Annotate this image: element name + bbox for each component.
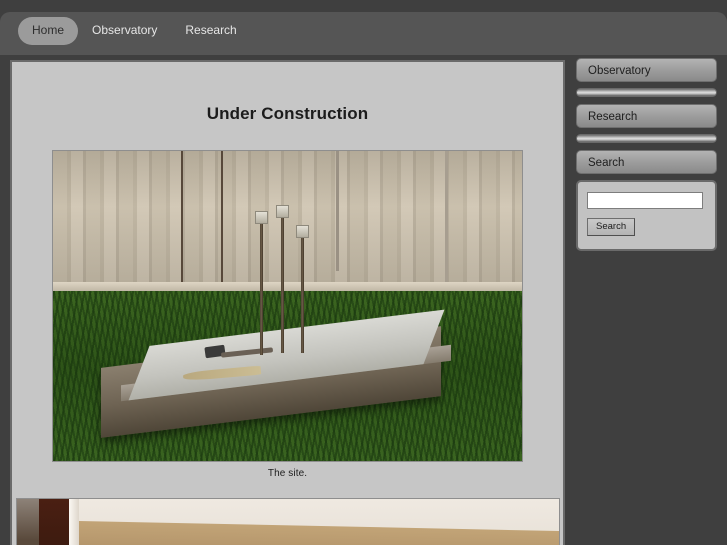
fence-post-right <box>336 151 339 271</box>
nav-tab-observatory[interactable]: Observatory <box>78 17 171 45</box>
sidebar-divider-1 <box>576 88 717 97</box>
sidebar-heading-research[interactable]: Research <box>576 104 717 128</box>
figure-site: The site. <box>12 150 563 479</box>
top-navigation-bar: Home Observatory Research <box>0 12 727 55</box>
sidebar-block-search: Search Search <box>576 150 717 251</box>
stake-cap-1 <box>255 211 268 224</box>
sidebar-heading-search: Search <box>576 150 717 174</box>
sidebar-block-research: Research <box>576 104 717 143</box>
nav-tab-research[interactable]: Research <box>171 17 250 45</box>
stake-cap-3 <box>296 225 309 238</box>
stake-rod-2 <box>281 213 284 353</box>
nav-tab-research-wrapper: Research <box>171 17 250 45</box>
concrete-slab-group <box>101 309 451 438</box>
nav-tab-observatory-wrapper: Observatory <box>78 17 171 45</box>
stake-rod-3 <box>301 233 304 353</box>
door-jamb <box>68 499 79 545</box>
search-input[interactable] <box>587 192 703 209</box>
page-title: Under Construction <box>206 104 369 123</box>
photo-construction-site <box>52 150 523 462</box>
figure-site-caption: The site. <box>267 468 308 479</box>
sidebar-block-observatory: Observatory <box>576 58 717 97</box>
fence-post-far-right <box>445 151 448 289</box>
fence-shading <box>53 151 522 291</box>
sidebar-heading-observatory[interactable]: Observatory <box>576 58 717 82</box>
search-panel: Search <box>576 180 717 251</box>
right-sidebar: Observatory Research Search Search <box>576 58 717 251</box>
nav-tab-list: Home Observatory Research <box>18 17 251 46</box>
stake-cap-2 <box>276 205 289 218</box>
doorway-side-panel <box>16 499 39 545</box>
photo-indoor-cardboard <box>15 498 560 545</box>
stake-rod-1 <box>260 219 263 355</box>
fence-post-left <box>181 151 183 291</box>
figure-indoor <box>12 498 563 545</box>
nav-tab-home-wrapper: Home <box>18 17 79 46</box>
nav-tab-home[interactable]: Home <box>18 17 79 46</box>
search-button[interactable]: Search <box>587 218 636 236</box>
main-content-panel: Under Construction The site. <box>10 60 565 545</box>
fence-post-mid <box>221 151 223 293</box>
sidebar-divider-2 <box>576 134 717 143</box>
